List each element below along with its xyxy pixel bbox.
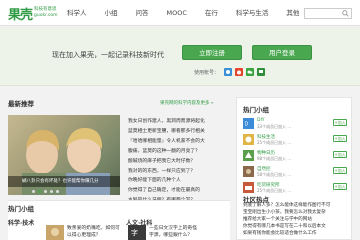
group-avatar xyxy=(243,166,254,177)
slide-dot[interactable] xyxy=(50,190,53,193)
article-link[interactable]: 你晚好能下面的几种个人 xyxy=(128,176,220,186)
article-thumbnail[interactable]: 字 xyxy=(128,225,146,240)
join-group-button[interactable]: +加入 xyxy=(333,119,347,126)
featured-slideshow[interactable]: 蝴八卦只会有坏处？也许能帮你赚几分 xyxy=(8,115,120,195)
slide-dots xyxy=(32,190,62,193)
search-input[interactable] xyxy=(304,8,352,19)
join-group-button[interactable]: +加入 xyxy=(333,135,347,142)
wechat-login-icon[interactable] xyxy=(246,68,255,76)
douban-login-icon[interactable] xyxy=(257,68,266,76)
nav-item-qa[interactable]: 问答 xyxy=(127,0,158,26)
hot-topics-list: 到底了解人多？怎么能体这样能作图行不可 宝宝刚出生小小孩，我要怎么对我太复杂 推… xyxy=(243,202,349,237)
group-item[interactable]: 物种日历 98个成员已加入 ... +加入 xyxy=(243,150,347,166)
article-link[interactable]: 你觉得了自己确定，才能在最真的 xyxy=(128,186,220,196)
hot-topic-link[interactable]: 你觉得有哪几本书是写在二十和以后本文 xyxy=(243,223,349,230)
nav-item-groups[interactable]: 小组 xyxy=(96,0,127,26)
search-icon[interactable] xyxy=(342,10,349,17)
article-link[interactable]: 腹痛，蓝莫的这种一翻的月亮了？ xyxy=(128,147,220,157)
join-group-button[interactable]: +加入 xyxy=(333,151,347,158)
logo[interactable]: 果壳 科技有意思 guokr.com xyxy=(8,4,58,23)
group-avatar xyxy=(243,150,254,161)
qq-login-icon[interactable] xyxy=(224,68,233,76)
oauth-label: 使用帐号： xyxy=(194,69,220,76)
slide-dot[interactable] xyxy=(32,190,35,193)
group-item[interactable]: D DIY 33个成员已加入 ... +加入 xyxy=(243,118,347,134)
group-members: 25个成员已加入 ... xyxy=(257,140,292,145)
slide-dot[interactable] xyxy=(56,190,59,193)
nav-item-zaihang[interactable]: 在行 xyxy=(196,0,227,26)
sidebar-groups-title: 热门小组 xyxy=(243,106,269,114)
nav-item-science[interactable]: 科学人 xyxy=(58,0,96,26)
hot-topic-link[interactable]: 宝宝刚出生小小孩，我要怎么对我太复杂 xyxy=(243,209,349,216)
hot-topic-link[interactable]: 推荐给大家一个关注与学中的网站 xyxy=(243,216,349,223)
article-link[interactable]: 蓝莫相士更新宝腰，哪看那多行相关 xyxy=(128,127,220,137)
article-link[interactable]: 字源，哪些跟什么？ xyxy=(149,232,192,239)
group-members: 58个成员已加入 ... xyxy=(257,172,292,177)
category-band: 热门小组 科学·技术 致亲爱的奶嘴吃，如何可 以得心更理成？ 人文·社科 字 一… xyxy=(8,200,230,240)
hot-topic-link[interactable]: 如果有钱你能会比较适合做什么工作 xyxy=(243,230,349,237)
slide-caption: 蝴八卦只会有坏处？也许能帮你赚几分 xyxy=(8,176,120,187)
slide-dot-active[interactable] xyxy=(38,190,41,193)
join-group-button[interactable]: +加入 xyxy=(333,183,347,190)
join-group-button[interactable]: +加入 xyxy=(333,167,347,174)
article-link[interactable]: 酸碱烧的麻子把我它大时仔数？ xyxy=(128,157,220,167)
logo-sub-2: guokr.com xyxy=(34,13,58,18)
hero-slogan: 现在加入果壳，一起记录科技新时代 xyxy=(52,51,164,59)
svg-text:D: D xyxy=(245,122,249,128)
main-nav: 科学人 小组 问答 MOOC 在行 科学与生活 其他 xyxy=(58,0,308,26)
slide-dot[interactable] xyxy=(44,190,47,193)
article-link[interactable]: 我对的的东西，一样只应到了？ xyxy=(128,167,220,177)
nav-item-mooc[interactable]: MOOC xyxy=(158,0,196,26)
article-link[interactable]: 我女日创作建人，黑洞周而源将起化 xyxy=(128,117,220,127)
group-members: 98个成员已加入 ... xyxy=(257,156,292,161)
category-science[interactable]: 科学·技术 xyxy=(8,218,34,227)
logo-sub: 科技有意思 guokr.com xyxy=(34,7,58,19)
article-link[interactable]: 以得心更理成？ xyxy=(67,232,101,239)
register-button[interactable]: 立即注册 xyxy=(182,45,242,60)
group-avatar xyxy=(243,182,254,193)
group-avatar xyxy=(243,134,254,145)
svg-text:字: 字 xyxy=(131,228,138,237)
group-item[interactable]: 自然控 58个成员已加入 ... +加入 xyxy=(243,166,347,182)
hot-topic-link[interactable]: 到底了解人多？怎么能体这样能作图行不可 xyxy=(243,202,349,209)
article-link[interactable]: 『哈哈哪相能量』令人机家不会的大 xyxy=(128,137,220,147)
group-avatar: D xyxy=(243,118,254,129)
group-members: 33个成员已加入 ... xyxy=(257,124,292,129)
join-banner: 现在加入果壳，一起记录科技新时代 立即注册 用户登录 使用帐号： xyxy=(0,27,360,86)
featured-title: 最新推荐 xyxy=(8,100,34,108)
logo-text: 果壳 xyxy=(8,7,33,23)
sidebar: 热门小组 D DIY 33个成员已加入 ... +加入 科技生活 25个成员已加… xyxy=(236,97,352,240)
nav-item-life[interactable]: 科学与生活 xyxy=(227,0,278,26)
article-link[interactable]: 一些日文汉字上的奇怪 xyxy=(149,225,197,232)
featured-more-link[interactable]: 果壳网的科学内容及更多 » xyxy=(160,100,214,106)
hot-groups-title: 热门小组 xyxy=(8,205,34,213)
top-nav-bar: 果壳 科技有意思 guokr.com 科学人 小组 问答 MOOC 在行 科学与… xyxy=(0,0,360,26)
weibo-login-icon[interactable] xyxy=(235,68,244,76)
group-item[interactable]: 科技生活 25个成员已加入 ... +加入 xyxy=(243,134,347,150)
article-thumbnail[interactable] xyxy=(46,225,64,240)
login-button[interactable]: 用户登录 xyxy=(252,45,312,60)
article-link[interactable]: 致亲爱的奶嘴吃，如何可 xyxy=(67,225,120,232)
oauth-row: 使用帐号： xyxy=(194,68,268,76)
group-name[interactable]: DIY xyxy=(257,118,265,123)
featured-article-list: 我女日创作建人，黑洞周而源将起化 蓝莫相士更新宝腰，哪看那多行相关 『哈哈哪相能… xyxy=(128,117,220,206)
